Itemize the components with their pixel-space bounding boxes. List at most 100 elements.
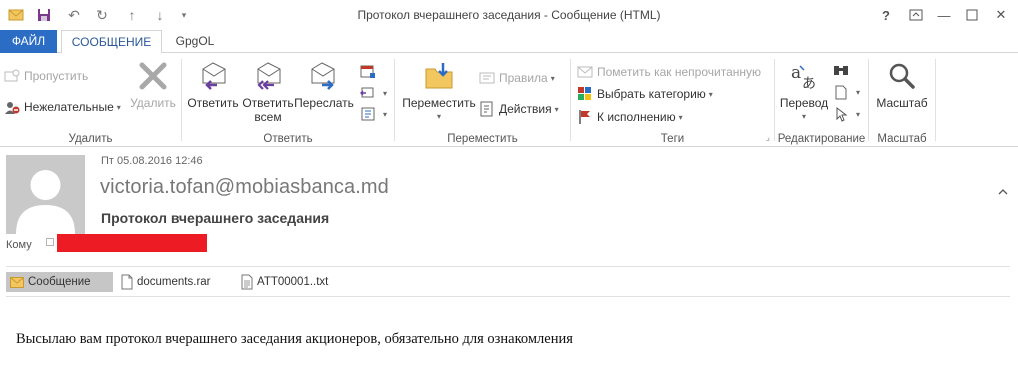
close-button[interactable]: ✕ <box>990 5 1012 25</box>
find-button[interactable] <box>833 60 853 80</box>
zoom-group: Масштаб Масштаб <box>869 56 935 147</box>
respond-group: Ответить Ответить всем Переслать ▾ ▾ Отв… <box>182 56 394 147</box>
mark-unread-label: Пометить как непрочитанную <box>597 65 762 79</box>
translate-button[interactable]: aあ Перевод ▾ <box>777 59 831 124</box>
translate-caret: ▾ <box>801 112 806 121</box>
zoom-label: Масштаб <box>876 96 928 110</box>
binoculars-icon <box>833 62 849 78</box>
delete-group: Пропустить Нежелательные ▾ Удалить Удалит… <box>0 56 181 147</box>
ignore-button[interactable]: Пропустить <box>4 66 88 86</box>
meeting-reply-button[interactable] <box>360 62 380 82</box>
envelope-icon <box>10 276 24 288</box>
translate-label: Перевод <box>779 96 829 110</box>
envelope-icon[interactable] <box>8 7 24 23</box>
minimize-button[interactable]: — <box>933 5 955 25</box>
delete-x-icon <box>136 59 170 93</box>
attachment-message[interactable]: Сообщение <box>6 272 113 292</box>
save-icon[interactable] <box>36 7 52 23</box>
cursor-icon <box>833 106 849 122</box>
move-button[interactable]: Переместить ▾ <box>399 59 479 124</box>
related-button[interactable]: ▾ <box>833 82 860 102</box>
document-icon <box>833 84 849 100</box>
more-respond-button[interactable]: ▾ <box>360 83 387 103</box>
sender-address[interactable]: victoria.tofan@mobiasbanca.md <box>100 176 389 199</box>
reply-button[interactable]: Ответить <box>186 59 240 110</box>
customize-qat-icon[interactable]: ▾ <box>176 7 192 23</box>
forward-icon <box>307 59 341 93</box>
attachment-name: documents.rar <box>137 276 211 288</box>
group-label-zoom: Масштаб <box>877 133 927 145</box>
mark-unread-icon <box>577 64 593 80</box>
down-arrow-icon[interactable]: ↓ <box>152 7 168 23</box>
svg-text:あ: あ <box>802 76 816 91</box>
move-group: Переместить ▾ Правила ▾ Действия ▾ Перемес… <box>395 56 570 147</box>
delete-label: Удалить <box>130 96 176 110</box>
forward-label: Переслать <box>294 96 354 110</box>
flag-icon <box>577 109 593 125</box>
delete-button[interactable]: Удалить <box>128 59 178 110</box>
zoom-button[interactable]: Масштаб <box>873 59 931 110</box>
follow-up-label: К исполнению <box>597 110 676 124</box>
move-caret: ▾ <box>436 112 441 121</box>
divider <box>6 296 1010 297</box>
redo-icon[interactable]: ↻ <box>94 7 110 23</box>
attachment-name: ATT00001..txt <box>257 276 329 288</box>
undo-icon[interactable]: ↶ <box>66 7 82 23</box>
reply-all-label-line1: Ответить <box>242 96 294 110</box>
more-options-button[interactable]: ▾ <box>360 104 387 124</box>
group-label-tags: Теги <box>660 133 685 145</box>
message-body: Высылаю вам протокол вчерашнего заседани… <box>16 331 573 347</box>
divider <box>6 266 1010 267</box>
up-arrow-icon[interactable]: ↑ <box>124 7 140 23</box>
attachments-bar: Сообщение documents.rar ATT00001..txt <box>0 272 1018 294</box>
group-label-editing: Редактирование <box>777 133 866 145</box>
ribbon: Пропустить Нежелательные ▾ Удалить Удалит… <box>0 53 1018 195</box>
select-button[interactable]: ▾ <box>833 104 860 124</box>
forward-button[interactable]: Переслать <box>294 59 354 110</box>
mark-unread-button[interactable]: Пометить как непрочитанную <box>577 62 761 82</box>
message-header: Пт 05.08.2016 12:46 victoria.tofan@mobia… <box>0 148 1018 266</box>
categorize-button[interactable]: Выбрать категорию ▾ <box>577 84 713 104</box>
ignore-label: Пропустить <box>24 69 89 83</box>
attachment-documents-rar[interactable]: documents.rar <box>121 272 211 292</box>
to-label: Кому <box>6 239 32 251</box>
tags-dialog-launcher-icon[interactable]: ⌟ <box>766 132 770 143</box>
categorize-icon <box>577 86 593 102</box>
file-icon <box>121 274 133 290</box>
reply-all-button[interactable]: Ответить всем <box>240 59 296 124</box>
tab-gpgol[interactable]: GpgOL <box>165 30 225 53</box>
calendar-icon <box>360 64 376 80</box>
translate-icon: aあ <box>787 59 821 93</box>
avatar <box>6 155 85 234</box>
actions-label: Действия <box>499 102 552 116</box>
editing-group: aあ Перевод ▾ ▾ ▾ Редактирование <box>775 56 868 147</box>
ribbon-tabs: ФАЙЛ СООБЩЕНИЕ GpgOL <box>0 30 1018 54</box>
magnifier-icon <box>885 59 919 93</box>
help-button[interactable]: ? <box>875 5 897 25</box>
maximize-button[interactable] <box>961 5 983 25</box>
attachment-att-txt[interactable]: ATT00001..txt <box>241 272 328 292</box>
more-icon <box>360 106 376 122</box>
actions-icon <box>479 101 495 117</box>
rules-label: Правила <box>499 71 548 85</box>
ribbon-display-options-button[interactable] <box>905 5 927 25</box>
tab-message[interactable]: СООБЩЕНИЕ <box>61 30 162 54</box>
tags-group: Пометить как непрочитанную Выбрать катег… <box>571 56 774 147</box>
junk-button[interactable]: Нежелательные ▾ <box>4 97 121 117</box>
categorize-label: Выбрать категорию <box>597 87 706 101</box>
actions-button[interactable]: Действия ▾ <box>479 99 559 119</box>
follow-up-button[interactable]: К исполнению ▾ <box>577 107 683 127</box>
group-label-delete: Удалить <box>68 133 113 145</box>
junk-icon <box>4 99 20 115</box>
rules-icon <box>479 70 495 86</box>
svg-text:a: a <box>791 63 801 83</box>
sent-date: Пт 05.08.2016 12:46 <box>101 155 203 167</box>
ignore-icon <box>4 68 20 84</box>
tab-file[interactable]: ФАЙЛ <box>0 30 57 53</box>
move-folder-icon <box>422 59 456 93</box>
group-label-move: Переместить <box>447 133 518 145</box>
reply-icon <box>196 59 230 93</box>
junk-label: Нежелательные <box>24 100 114 114</box>
rules-button[interactable]: Правила ▾ <box>479 68 555 88</box>
reply-label: Ответить <box>187 96 239 110</box>
